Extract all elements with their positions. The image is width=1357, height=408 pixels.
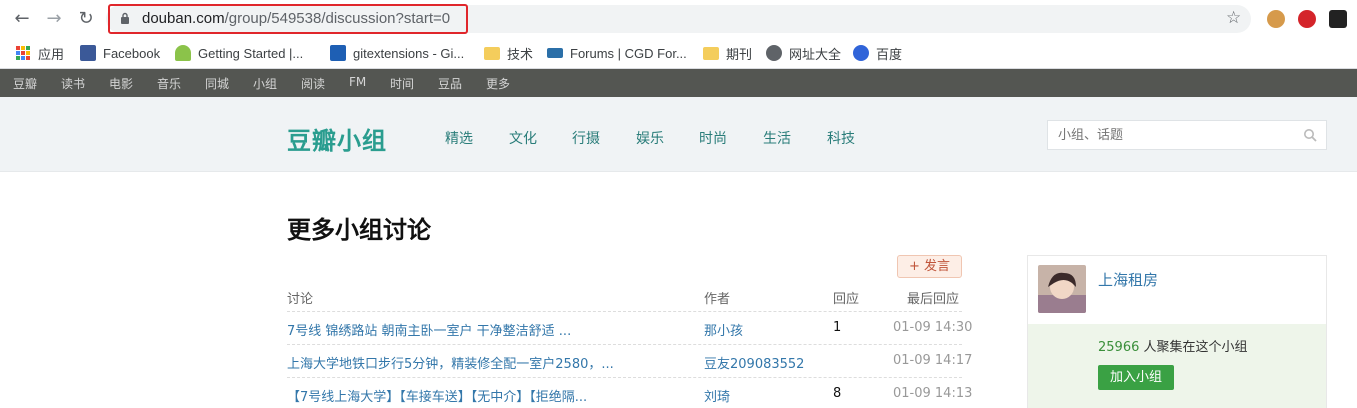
url-host: douban.com [142,10,225,27]
author-link[interactable]: 刘琦 [704,386,730,405]
gnav-item-events[interactable]: 同城 [205,75,229,92]
bookmark-label: 期刊 [726,46,753,62]
browser-toolbar: ← → ↻ douban.com/group/549538/discussion… [0,0,1357,38]
gnav-item-fm[interactable]: FM [349,75,366,89]
join-group-button[interactable]: 加入小组 [1098,365,1174,390]
bookmark-label: 应用 [38,46,65,62]
category-tech[interactable]: 科技 [827,128,855,148]
menu-extension-icon[interactable] [1329,10,1347,28]
opera-extension-icon[interactable] [1298,10,1316,28]
topic-link[interactable]: 【7号线上海大学】【车接车送】【无中介】【拒绝隔... [287,386,692,405]
bookmark-baidu[interactable]: 百度 [853,44,902,62]
facebook-icon [80,45,96,61]
bookmark-label: 百度 [876,46,903,62]
gnav-item-read[interactable]: 阅读 [301,75,325,92]
bookmark-cgd-forums[interactable]: Forums | CGD For... [547,44,687,62]
category-life[interactable]: 生活 [763,128,791,148]
category-entertainment[interactable]: 娱乐 [636,128,664,148]
back-arrow-icon[interactable]: ← [10,7,34,31]
group-search-input[interactable] [1047,120,1327,150]
gnav-item-market[interactable]: 豆品 [438,75,462,92]
category-culture[interactable]: 文化 [509,128,537,148]
member-count-suffix: 人聚集在这个小组 [1139,340,1248,355]
author-link[interactable]: 那小孩 [704,320,743,339]
gnav-item-groups[interactable]: 小组 [253,75,277,92]
column-header-last-reply: 最后回应 [907,292,960,307]
apps-grid-icon [16,46,30,60]
lock-icon [121,12,129,24]
last-reply-time: 01-09 14:13 [893,386,973,401]
bookmark-label: 网址大全 [789,46,842,62]
author-link[interactable]: 豆友209083552 [704,353,804,372]
gnav-item-douban[interactable]: 豆瓣 [13,75,37,92]
member-count-text: 25966 人聚集在这个小组 [1098,336,1248,355]
search-icon[interactable] [1303,128,1317,142]
category-fashion[interactable]: 时尚 [699,128,727,148]
member-count: 25966 [1098,340,1140,355]
category-travel[interactable]: 行摄 [572,128,600,148]
gnav-item-books[interactable]: 读书 [61,75,85,92]
last-reply-time: 01-09 14:17 [893,353,973,368]
column-header-topic: 讨论 [287,292,314,307]
topic-link[interactable]: 7号线 锦绣路站 朝南主卧一室户 干净整洁舒适 ... [287,320,692,339]
globe-icon [766,45,782,61]
gitextensions-icon [330,45,346,61]
forum-icon [547,48,563,58]
bookmark-apps[interactable]: 应用 [15,44,64,62]
column-header-author: 作者 [704,292,731,307]
forward-arrow-icon[interactable]: → [42,7,66,31]
douban-global-nav: 豆瓣 读书 电影 音乐 同城 小组 阅读 FM 时间 豆品 更多 [0,69,1357,97]
bookmark-facebook[interactable]: Facebook [80,44,160,62]
bookmark-gitextensions[interactable]: gitextensions - Gi... [330,44,464,62]
folder-icon [484,46,500,60]
bookmark-star-icon[interactable]: ☆ [1226,8,1241,28]
bookmarks-bar: 应用 Facebook Getting Started |... gitexte… [0,38,1357,69]
gnav-item-movies[interactable]: 电影 [109,75,133,92]
reply-count: 1 [833,320,842,335]
bookmark-label: Forums | CGD For... [570,45,687,61]
bookmark-label: 技术 [507,46,534,62]
gnav-item-time[interactable]: 时间 [390,75,414,92]
page-title: 更多小组讨论 [287,216,431,244]
bookmark-getting-started[interactable]: Getting Started |... [175,44,303,62]
gnav-item-more[interactable]: 更多 [486,75,510,92]
cookie-extension-icon[interactable] [1267,10,1285,28]
last-reply-time: 01-09 14:30 [893,320,973,335]
row-divider [287,311,962,312]
bookmark-label: Facebook [103,45,161,61]
url-text[interactable]: douban.com/group/549538/discussion?start… [142,10,450,27]
bookmark-folder-journals[interactable]: 期刊 [703,44,752,62]
url-path: /group/549538/discussion?start=0 [224,10,451,27]
gnav-item-music[interactable]: 音乐 [157,75,181,92]
new-post-button[interactable]: + 发言 [897,255,962,278]
site-logo[interactable]: 豆瓣小组 [287,121,387,156]
bookmark-hao123[interactable]: 网址大全 [766,44,841,62]
folder-icon [703,46,719,60]
reload-icon[interactable]: ↻ [74,7,98,31]
bookmark-label: gitextensions - Gi... [353,45,465,61]
reply-count: 8 [833,386,842,401]
row-divider [287,344,962,345]
column-header-replies: 回应 [833,292,860,307]
topic-link[interactable]: 上海大学地铁口步行5分钟，精装修全配一室户2580，... [287,353,692,372]
row-divider [287,377,962,378]
baidu-paw-icon [853,45,869,61]
android-icon [175,45,191,61]
bookmark-folder-tech[interactable]: 技术 [484,44,533,62]
category-featured[interactable]: 精选 [445,128,473,148]
bookmark-label: Getting Started |... [198,45,304,61]
group-name-link[interactable]: 上海租房 [1098,269,1158,290]
group-avatar[interactable] [1038,265,1086,313]
